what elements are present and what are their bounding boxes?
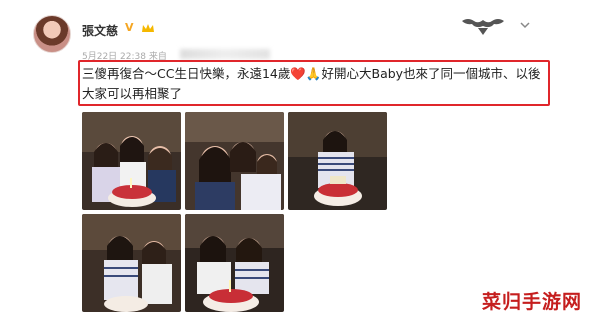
crown-icon bbox=[142, 24, 154, 32]
decorative-ornament-icon bbox=[462, 19, 504, 35]
weibo-post: 張文慈 V 5月22日 22:38 来自 三傻再復合～CC生日快樂，永遠14歲❤… bbox=[0, 0, 594, 320]
post-photo-3[interactable] bbox=[288, 112, 387, 210]
blurred-source bbox=[180, 49, 270, 59]
avatar[interactable] bbox=[33, 15, 71, 53]
post-photo-2[interactable] bbox=[185, 112, 284, 210]
author-name[interactable]: 張文慈 bbox=[82, 22, 118, 39]
post-text: 三傻再復合～CC生日快樂，永遠14歲❤️🙏好開心大Baby也來了同一個城市、以後… bbox=[82, 66, 541, 101]
verified-icon: V bbox=[125, 21, 134, 34]
post-photo-1[interactable] bbox=[82, 112, 181, 210]
post-photo-4[interactable] bbox=[82, 214, 181, 312]
post-photo-5[interactable] bbox=[185, 214, 284, 312]
chevron-down-icon[interactable] bbox=[518, 18, 532, 32]
site-watermark: 菜归手游网 bbox=[482, 291, 583, 313]
